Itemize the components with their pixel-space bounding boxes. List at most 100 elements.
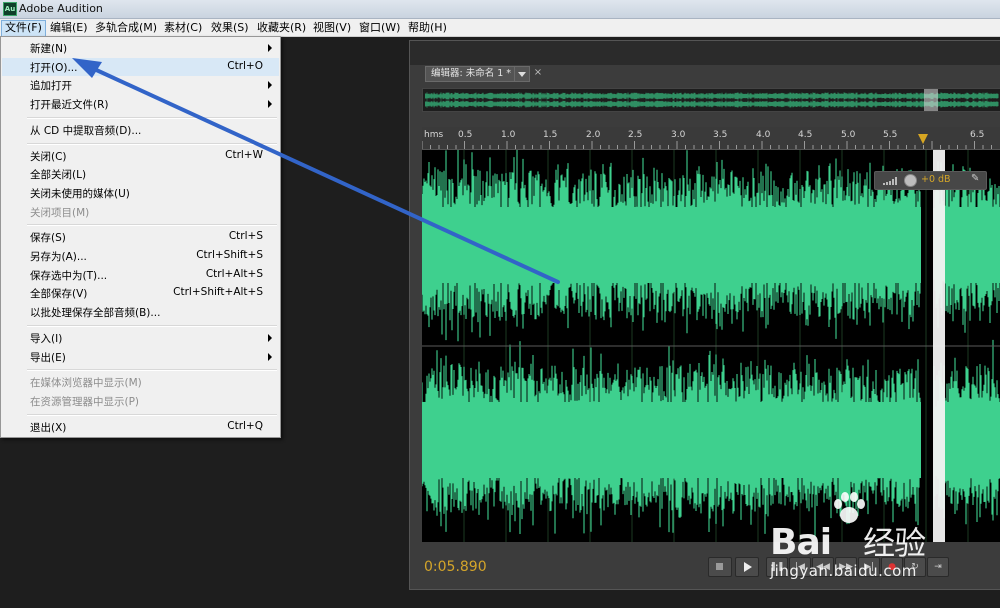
pin-icon[interactable]: ✎ [971, 173, 979, 184]
gain-knob-icon[interactable] [904, 174, 917, 187]
menu-effects[interactable]: 效果(S) [208, 20, 252, 35]
menu-separator [27, 116, 277, 119]
file-menu-item[interactable]: 导入(I) [2, 329, 279, 347]
menu-item-label: 关闭未使用的媒体(U) [30, 187, 130, 200]
ruler-label: 4.5 [798, 130, 813, 140]
menu-item-label: 全部关闭(L) [30, 169, 87, 182]
left-channel-waveform-core [945, 207, 1000, 283]
menu-help[interactable]: 帮助(H) [405, 20, 450, 35]
window-title: Adobe Audition [19, 2, 103, 15]
menu-favorites[interactable]: 收藏夹(R) [254, 20, 309, 35]
playhead-selection[interactable] [933, 150, 945, 542]
file-menu-item[interactable]: 关闭未使用的媒体(U) [2, 184, 279, 202]
file-menu-item[interactable]: 另存为(A)... Ctrl+Shift+S [2, 247, 279, 265]
ruler-label: 3.5 [713, 130, 728, 140]
playhead-marker-icon[interactable] [918, 134, 928, 144]
watermark-url: jingyan.baidu.com [770, 562, 917, 580]
overview-waveform [425, 92, 999, 108]
file-menu-item[interactable]: 打开最近文件(R) [2, 95, 279, 113]
ruler-label: 5.5 [883, 130, 898, 140]
time-ruler[interactable]: hms 0.5 1.0 1.5 2.0 2.5 3.0 3.5 4.0 4.5 … [422, 127, 1000, 150]
overview-waveform-path [425, 92, 999, 108]
ruler-ticks [422, 141, 992, 149]
submenu-arrow-icon [268, 352, 272, 361]
menu-separator [27, 324, 277, 327]
ruler-label: 1.0 [501, 130, 516, 140]
menu-item-label: 保存选中为(T)... [30, 269, 108, 282]
file-menu-item[interactable]: 新建(N) [2, 39, 279, 57]
tab-dropdown-icon[interactable] [514, 66, 530, 82]
menu-multitrack[interactable]: 多轨合成(M) [92, 20, 160, 35]
play-button[interactable] [735, 557, 759, 577]
time-display: 0:05.890 [424, 559, 487, 575]
ruler-label: 3.0 [671, 130, 686, 140]
submenu-arrow-icon [268, 100, 272, 109]
right-channel-waveform-core [422, 402, 921, 478]
ruler-label: 4.0 [756, 130, 771, 140]
menu-item-label: 关闭(C) [30, 150, 67, 163]
waveform-display[interactable] [422, 150, 1000, 542]
file-menu-item[interactable]: 全部关闭(L) [2, 165, 279, 183]
ruler-label: 0.5 [458, 130, 473, 140]
title-bar: Au Adobe Audition [0, 0, 1000, 19]
ruler-label: 2.0 [586, 130, 601, 140]
right-channel-waveform-core [945, 402, 1000, 478]
waveform-overview[interactable] [422, 88, 1000, 112]
ruler-label: 2.5 [628, 130, 643, 140]
menu-item-shortcut: Ctrl+Alt+S [205, 267, 263, 280]
menu-edit[interactable]: 编辑(E) [47, 20, 91, 35]
menu-item-label: 打开(O)... [30, 61, 78, 74]
menu-item-label: 保存(S) [30, 232, 66, 245]
menu-item-label: 退出(X) [30, 421, 67, 434]
menu-bar: 文件(F) 编辑(E) 多轨合成(M) 素材(C) 效果(S) 收藏夹(R) 视… [0, 19, 1000, 37]
editor-tab[interactable]: 编辑器: 未命名 1 * [425, 66, 518, 82]
file-menu-item[interactable]: 关闭(C) Ctrl+W [2, 147, 279, 165]
baidu-jingyan-watermark: Bai 经验 jingyan.baidu.com [770, 490, 1000, 608]
file-menu-item[interactable]: 导出(E) [2, 348, 279, 366]
file-menu-item: 在媒体浏览器中显示(M) [2, 373, 279, 391]
waveform-channels [422, 150, 1000, 542]
menu-item-label: 另存为(A)... [30, 251, 87, 263]
menu-separator [27, 224, 277, 227]
file-menu-item[interactable]: 保存(S) Ctrl+S [2, 228, 279, 246]
menu-item-label: 追加打开 [30, 80, 72, 93]
menu-item-label: 导出(E) [30, 351, 66, 364]
file-menu-item[interactable]: 退出(X) Ctrl+Q [2, 418, 279, 436]
menu-item-label: 新建(N) [30, 43, 68, 55]
file-menu-item[interactable]: 以批处理保存全部音频(B)... [2, 303, 279, 321]
menu-item-label: 以批处理保存全部音频(B)... [30, 307, 161, 320]
overview-viewport-handle[interactable] [924, 89, 938, 111]
menu-item-label: 在资源管理器中显示(P) [30, 395, 140, 408]
file-menu-item: 在资源管理器中显示(P) [2, 392, 279, 410]
ruler-label: 5.0 [841, 130, 856, 140]
file-menu-item[interactable]: 保存选中为(T)... Ctrl+Alt+S [2, 266, 279, 284]
menu-item-label: 导入(I) [30, 332, 63, 345]
audition-app-icon: Au [3, 2, 17, 16]
left-channel-waveform-core [422, 207, 921, 283]
menu-clip[interactable]: 素材(C) [161, 20, 205, 35]
menu-item-shortcut: Ctrl+W [225, 148, 263, 161]
menu-window[interactable]: 窗口(W) [356, 20, 403, 35]
menu-item-shortcut: Ctrl+Shift+Alt+S [173, 286, 263, 299]
file-menu-item[interactable]: 全部保存(V) Ctrl+Shift+Alt+S [2, 284, 279, 302]
file-menu-item[interactable]: 打开(O)... Ctrl+O [2, 57, 279, 76]
menu-item-label: 打开最近文件(R) [30, 99, 109, 112]
menu-view[interactable]: 视图(V) [310, 20, 354, 35]
file-menu-item[interactable]: 从 CD 中提取音频(D)... [2, 121, 279, 139]
menu-item-shortcut: Ctrl+S [228, 230, 263, 243]
stop-button[interactable] [708, 557, 732, 577]
gain-hud[interactable]: +0 dB ✎ [874, 171, 987, 190]
menu-file[interactable]: 文件(F) [1, 20, 46, 37]
file-menu-item[interactable]: 追加打开 [2, 76, 279, 94]
file-menu-item: 关闭项目(M) [2, 203, 279, 221]
menu-item-shortcut: Ctrl+Q [227, 419, 263, 432]
menu-separator [27, 142, 277, 145]
level-meter-icon [883, 177, 897, 185]
submenu-arrow-icon [268, 81, 272, 90]
ruler-label: 1.5 [543, 130, 558, 140]
tab-close-icon[interactable]: × [531, 66, 545, 80]
menu-item-label: 关闭项目(M) [30, 206, 90, 219]
menu-item-shortcut: Ctrl+Shift+S [196, 249, 263, 261]
menu-separator [27, 369, 277, 372]
ruler-label: 6.5 [970, 130, 985, 140]
